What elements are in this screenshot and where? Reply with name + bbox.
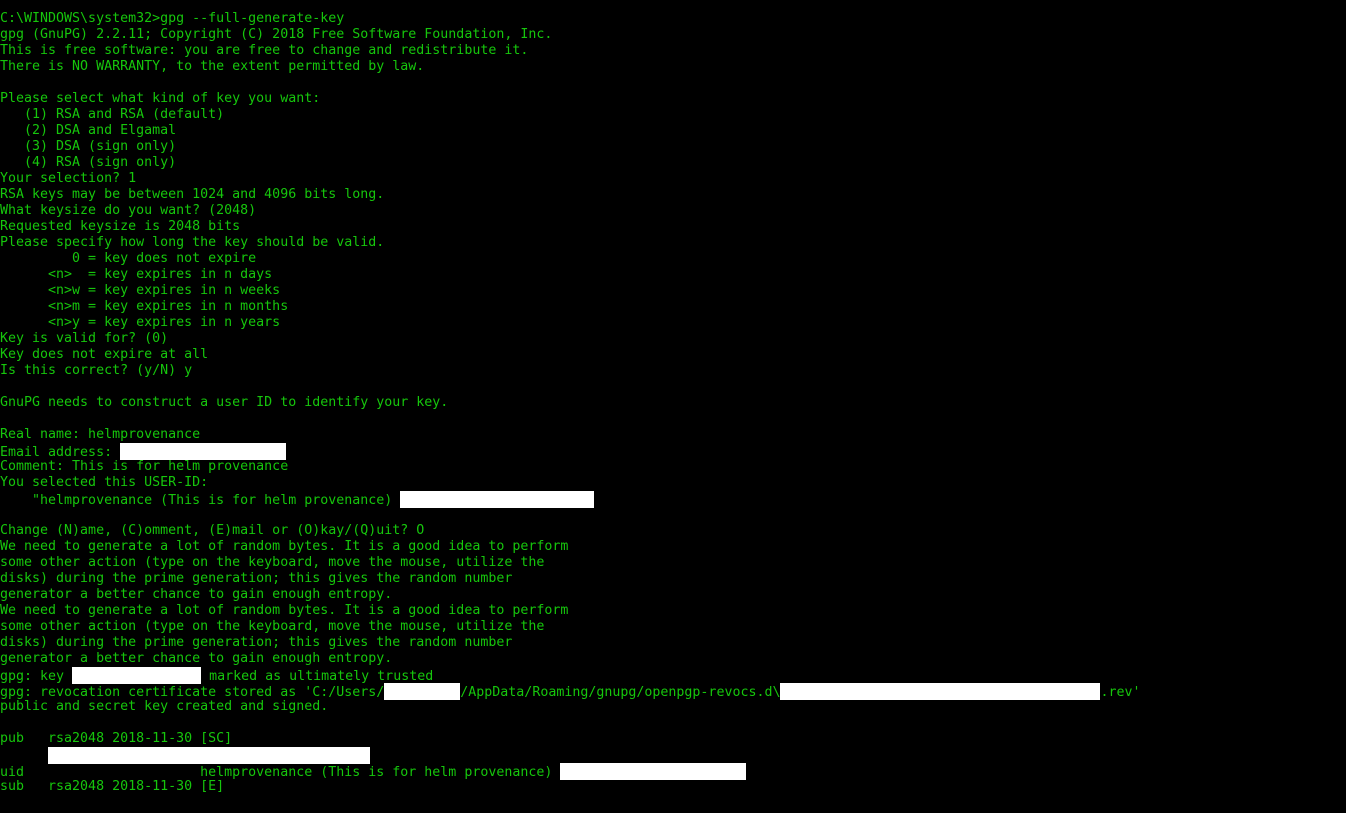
console-line-validity-option-0: 0 = key does not expire bbox=[0, 251, 257, 266]
console-line-entropy-1a: We need to generate a lot of random byte… bbox=[0, 539, 569, 554]
console-line-validity-option-n: <n> = key expires in n days bbox=[0, 267, 273, 282]
console-line-entropy-1b: some other action (type on the keyboard,… bbox=[0, 555, 545, 570]
console-line-keysize-result: Requested keysize is 2048 bits bbox=[0, 219, 241, 234]
console-text-segment: Email address: bbox=[0, 445, 121, 460]
console-line-rsa-range: RSA keys may be between 1024 and 4096 bi… bbox=[0, 187, 385, 202]
console-text-segment: .rev' bbox=[1100, 685, 1141, 700]
console-line-entropy-1d: generator a better chance to gain enough… bbox=[0, 587, 393, 602]
console-line-key-option-1: (1) RSA and RSA (default) bbox=[0, 107, 225, 122]
console-line-key-trusted: gpg: key marked as ultimately trusted bbox=[0, 667, 1346, 684]
console-line-select-key-kind: Please select what kind of key you want: bbox=[0, 91, 321, 106]
console-line-blank-1 bbox=[0, 75, 1346, 91]
console-line-your-selection: Your selection? 1 bbox=[0, 171, 137, 186]
console-line-blank-4 bbox=[0, 507, 1346, 523]
key-id-redaction bbox=[72, 667, 202, 684]
console-line-gpg-version: gpg (GnuPG) 2.2.11; Copyright (C) 2018 F… bbox=[0, 27, 553, 42]
console-line-entropy-2d: generator a better chance to gain enough… bbox=[0, 651, 393, 666]
console-line-free-software: This is free software: you are free to c… bbox=[0, 43, 529, 58]
console-line-entropy-2a: We need to generate a lot of random byte… bbox=[0, 603, 569, 618]
console-text-segment bbox=[0, 749, 48, 764]
console-line-email-address: Email address: bbox=[0, 443, 1346, 460]
console-line-no-warranty: There is NO WARRANTY, to the extent perm… bbox=[0, 59, 425, 74]
console-line-comment: Comment: This is for helm provenance bbox=[0, 459, 289, 474]
console-line-key-valid-for: Key is valid for? (0) bbox=[0, 331, 169, 346]
console-line-construct-user-id: GnuPG needs to construct a user ID to id… bbox=[0, 395, 449, 410]
console-line-fingerprint-line bbox=[0, 747, 1346, 764]
console-line-blank-2 bbox=[0, 379, 1346, 395]
console-line-validity-option-ny: <n>y = key expires in n years bbox=[0, 315, 281, 330]
console-line-key-option-3: (3) DSA (sign only) bbox=[0, 139, 177, 154]
console-text-segment: gpg: key bbox=[0, 669, 73, 684]
console-line-pub-line: pub rsa2048 2018-11-30 [SC] bbox=[0, 731, 233, 746]
console-line-blank-5 bbox=[0, 715, 1346, 731]
terminal-window[interactable]: C:\WINDOWS\system32>gpg --full-generate-… bbox=[0, 0, 1346, 813]
console-line-blank-3 bbox=[0, 411, 1346, 427]
username-redaction bbox=[384, 683, 461, 700]
uid-email-redaction bbox=[560, 763, 747, 780]
console-text-segment: /AppData/Roaming/gnupg/openpgp-revocs.d\ bbox=[460, 685, 781, 700]
console-line-selected-user-id: "helmprovenance (This is for helm proven… bbox=[0, 491, 1346, 508]
email-address-redaction bbox=[120, 443, 287, 460]
console-line-key-option-4: (4) RSA (sign only) bbox=[0, 155, 177, 170]
console-line-prompt-command: C:\WINDOWS\system32>gpg --full-generate-… bbox=[0, 11, 345, 26]
console-line-you-selected: You selected this USER-ID: bbox=[0, 475, 209, 490]
console-line-key-created: public and secret key created and signed… bbox=[0, 699, 329, 714]
console-text-segment: uid helmprovenance (This is for helm pro… bbox=[0, 765, 561, 780]
console-output: C:\WINDOWS\system32>gpg --full-generate-… bbox=[0, 11, 1346, 795]
console-line-real-name: Real name: helmprovenance bbox=[0, 427, 201, 442]
console-line-change-prompt: Change (N)ame, (C)omment, (E)mail or (O)… bbox=[0, 523, 425, 538]
key-fingerprint-redaction bbox=[48, 747, 371, 764]
console-line-entropy-2c: disks) during the prime generation; this… bbox=[0, 635, 513, 650]
console-text-segment: marked as ultimately trusted bbox=[201, 669, 434, 684]
console-line-sub-line: sub rsa2048 2018-11-30 [E] bbox=[0, 779, 225, 794]
console-text-segment: "helmprovenance (This is for helm proven… bbox=[0, 493, 401, 508]
user-id-email-redaction bbox=[400, 491, 595, 508]
console-text-segment: gpg: revocation certificate stored as 'C… bbox=[0, 685, 385, 700]
console-line-key-option-2: (2) DSA and Elgamal bbox=[0, 123, 177, 138]
console-line-is-correct: Is this correct? (y/N) y bbox=[0, 363, 193, 378]
console-line-validity-option-nm: <n>m = key expires in n months bbox=[0, 299, 289, 314]
console-line-validity-option-nw: <n>w = key expires in n weeks bbox=[0, 283, 281, 298]
console-line-revocation-certificate: gpg: revocation certificate stored as 'C… bbox=[0, 683, 1346, 700]
console-line-entropy-1c: disks) during the prime generation; this… bbox=[0, 571, 513, 586]
console-line-uid-line: uid helmprovenance (This is for helm pro… bbox=[0, 763, 1346, 780]
revocation-filename-redaction bbox=[780, 683, 1101, 700]
console-line-validity-prompt: Please specify how long the key should b… bbox=[0, 235, 385, 250]
console-line-entropy-2b: some other action (type on the keyboard,… bbox=[0, 619, 545, 634]
console-line-keysize-prompt: What keysize do you want? (2048) bbox=[0, 203, 257, 218]
console-line-key-no-expire: Key does not expire at all bbox=[0, 347, 209, 362]
